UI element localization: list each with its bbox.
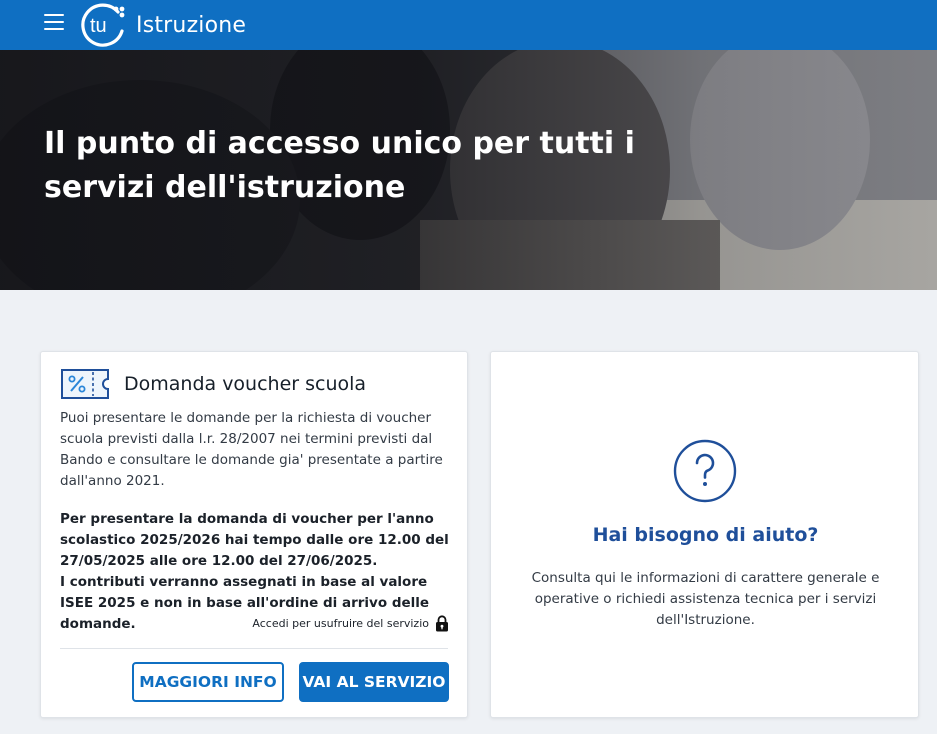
voucher-description: Puoi presentare le domande per la richie…: [60, 410, 443, 489]
menu-icon[interactable]: [44, 14, 64, 30]
hero-title: Il punto di accesso unico per tutti i se…: [44, 126, 635, 205]
tu-logo-mark: tu: [81, 3, 125, 47]
lock-icon: [436, 615, 448, 632]
voucher-percent-icon: [61, 369, 109, 399]
voucher-card-header: Domanda voucher scuola: [60, 368, 366, 400]
go-to-service-button[interactable]: VAI AL SERVIZIO: [299, 662, 449, 702]
voucher-card-title: Domanda voucher scuola: [124, 373, 367, 395]
help-card[interactable]: Hai bisogno di aiuto? Consulta qui le in…: [490, 351, 919, 718]
svg-text:tu: tu: [90, 15, 107, 37]
voucher-deadline-text: Per presentare la domanda di voucher per…: [60, 511, 449, 569]
access-note-text: Accedi per usufruire del servizio: [252, 617, 429, 630]
help-description: Consulta qui le informazioni di caratter…: [531, 570, 880, 628]
access-note: Accedi per usufruire del servizio: [252, 615, 449, 632]
card-divider: [60, 648, 448, 649]
site-logo[interactable]: tu Istruzione: [78, 0, 246, 50]
more-info-button[interactable]: MAGGIORI INFO: [132, 662, 284, 702]
help-title[interactable]: Hai bisogno di aiuto?: [491, 524, 920, 546]
question-circle-icon: [673, 439, 737, 503]
voucher-card: Domanda voucher scuola Puoi presentare l…: [40, 351, 468, 718]
app-name: Istruzione: [136, 12, 247, 38]
hero-banner: Il punto di accesso unico per tutti i se…: [0, 50, 937, 290]
top-navbar: tu Istruzione: [0, 0, 937, 50]
